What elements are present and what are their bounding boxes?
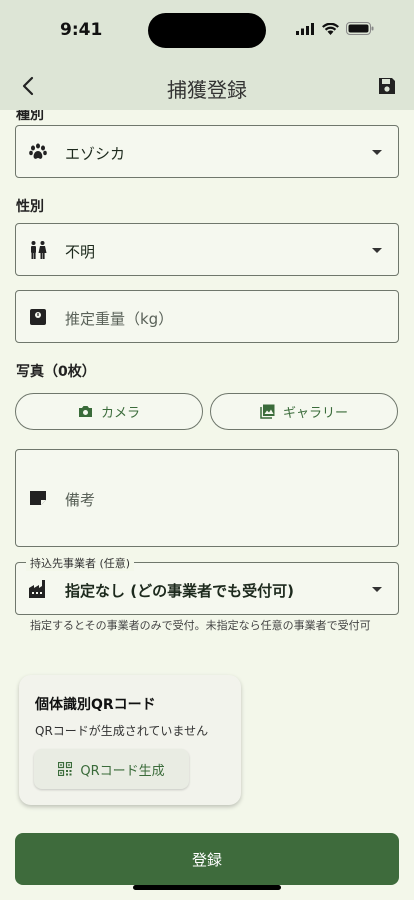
operator-label: 持込先事業者 (任意) — [26, 555, 135, 571]
notes-textarea[interactable]: 備考 — [15, 449, 399, 547]
species-value: エゾシカ — [65, 145, 126, 163]
app-bar: 捕獲登録 — [0, 62, 414, 110]
qr-card-status: QRコードが生成されていません — [35, 724, 209, 738]
factory-icon — [28, 579, 48, 599]
camera-button[interactable]: カメラ — [15, 393, 203, 430]
page-title: 捕獲登録 — [167, 78, 247, 102]
generate-qr-button[interactable]: QRコード生成 — [34, 749, 189, 789]
status-time: 9:41 — [60, 20, 103, 40]
operator-helper-text: 指定するとその事業者のみで受付。未指定なら任意の事業者で受付可 — [30, 619, 371, 632]
note-icon — [28, 488, 48, 508]
camera-label: カメラ — [100, 406, 140, 421]
species-select[interactable]: エゾシカ — [15, 125, 399, 178]
home-indicator — [133, 885, 281, 890]
generate-qr-label: QRコード生成 — [80, 763, 165, 779]
save-icon — [379, 78, 395, 94]
form-scroll-area[interactable]: 種別 エゾシカ 性別 不明 推定重量（kg） 写真（0枚） カメラ ギャラリー … — [0, 110, 414, 900]
dropdown-caret-icon — [372, 150, 382, 155]
sex-value: 不明 — [65, 243, 96, 261]
gallery-button[interactable]: ギャラリー — [210, 393, 398, 430]
battery-icon — [346, 22, 374, 35]
weight-placeholder: 推定重量（kg） — [65, 310, 174, 328]
weight-input[interactable]: 推定重量（kg） — [15, 290, 399, 343]
qr-card: 個体識別QRコード QRコードが生成されていません QRコード生成 — [19, 675, 241, 805]
dynamic-island — [148, 13, 266, 48]
sex-label: 性別 — [16, 199, 44, 215]
qr-icon — [58, 762, 73, 776]
people-icon — [28, 240, 48, 260]
save-button[interactable] — [374, 73, 400, 99]
dropdown-caret-icon — [372, 587, 382, 592]
status-bar: 9:41 — [0, 0, 414, 62]
photo-label: 写真（0枚） — [16, 364, 96, 380]
qr-card-title: 個体識別QRコード — [35, 697, 156, 713]
gallery-icon — [260, 404, 275, 419]
operator-value: 指定なし (どの事業者でも受付可) — [65, 582, 294, 600]
signal-icon — [296, 22, 314, 35]
gallery-label: ギャラリー — [282, 406, 348, 421]
species-label: 種別 — [16, 110, 44, 123]
scale-icon — [28, 307, 48, 327]
submit-label: 登録 — [191, 850, 222, 869]
dropdown-caret-icon — [372, 248, 382, 253]
notes-placeholder: 備考 — [65, 491, 96, 509]
camera-icon — [78, 406, 92, 417]
sex-select[interactable]: 不明 — [15, 223, 399, 276]
paw-icon — [28, 142, 48, 162]
submit-button[interactable]: 登録 — [15, 833, 399, 885]
status-icons — [296, 22, 374, 35]
wifi-icon — [322, 22, 339, 35]
